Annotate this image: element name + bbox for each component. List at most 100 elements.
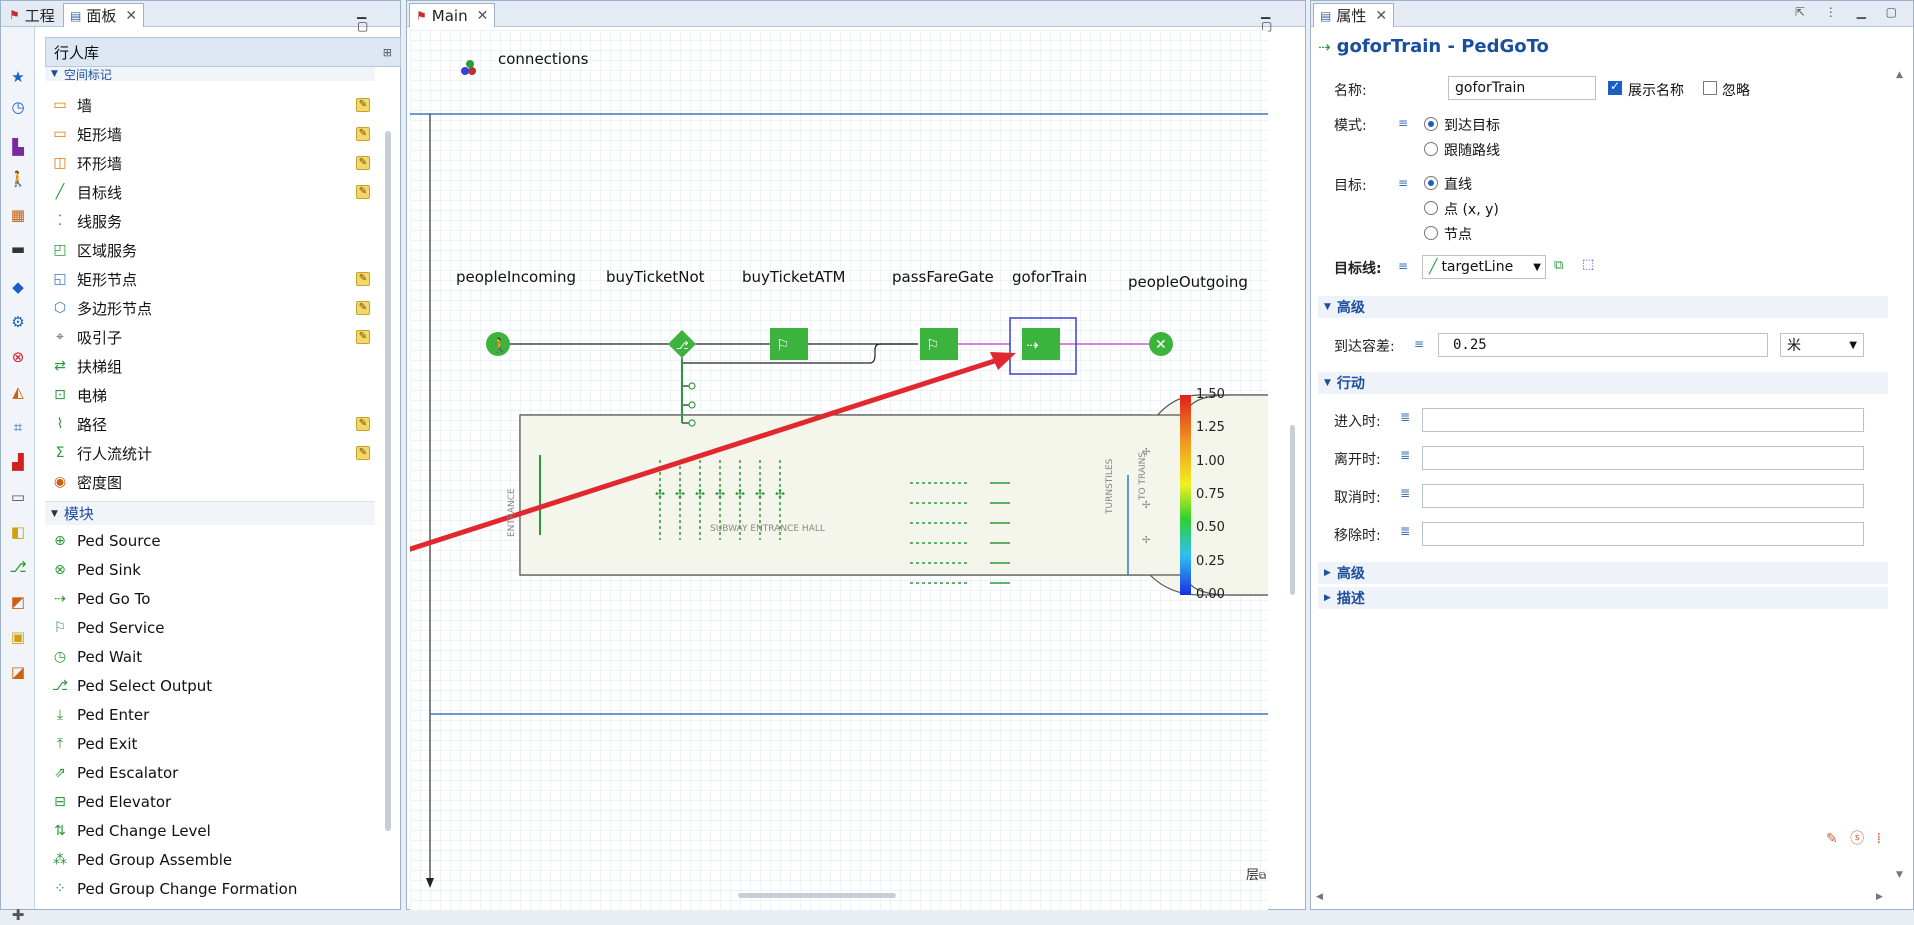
rail-library-icon[interactable]: ▦ <box>8 205 28 225</box>
pedestrian-library-icon[interactable]: 🚶 <box>8 169 28 189</box>
static-param-icon[interactable]: ≡ <box>1398 176 1408 190</box>
close-icon[interactable]: ✕ <box>125 8 137 24</box>
road-library-icon[interactable]: ▬ <box>8 239 28 259</box>
block-label-pass-fare-gate[interactable]: passFareGate <box>892 268 994 286</box>
material-library-icon[interactable]: ⚙ <box>8 312 28 332</box>
presentation-icon[interactable]: ◭ <box>8 382 28 402</box>
canvas-scrollbar-horizontal[interactable] <box>738 893 896 898</box>
mode-option-reach-target[interactable] <box>1424 117 1438 131</box>
palette-item[interactable]: ⊡ 电梯 <box>51 383 376 407</box>
controls-icon[interactable]: ▭ <box>8 487 28 507</box>
edit-pencil-icon[interactable]: ✎ <box>356 446 370 460</box>
advanced-section-header[interactable]: ▼ 高级 <box>1318 296 1888 318</box>
target-option-line[interactable] <box>1424 176 1438 190</box>
palette-item[interactable]: ⁚ 线服务 <box>51 209 376 233</box>
tab-properties[interactable]: ▤ 属性 ✕ <box>1313 3 1395 27</box>
palette-item[interactable]: ▭ 墙 <box>51 93 376 117</box>
palette-item[interactable]: ⬡ 多边形节点 <box>51 296 376 320</box>
grid-view-icon[interactable]: ⊞ <box>383 46 392 59</box>
block-label-gofor-train[interactable]: goforTrain <box>1012 268 1087 286</box>
ped-sink-block[interactable]: ✕ <box>1149 332 1173 356</box>
favorites-icon[interactable]: ★ <box>8 67 28 87</box>
shapes-icon[interactable]: ◪ <box>8 662 28 682</box>
pictures-icon[interactable]: ◩ <box>8 592 28 612</box>
close-icon[interactable]: ✕ <box>1375 8 1387 24</box>
block-label-buy-ticket-atm[interactable]: buyTicketATM <box>742 268 845 286</box>
target-option-point[interactable] <box>1424 201 1438 215</box>
space-markup-group[interactable]: ▼ 空间标记 <box>45 67 375 81</box>
module-item[interactable]: ◷ Ped Wait <box>51 645 376 669</box>
on-remove-field[interactable] <box>1422 522 1864 546</box>
modules-group[interactable]: ▼ 模块 <box>45 501 375 525</box>
properties-scroll-right-icon[interactable]: ▶ <box>1876 892 1883 902</box>
ped-service-block-atm[interactable]: ⚐ <box>770 328 808 360</box>
show-name-checkbox[interactable] <box>1608 79 1622 95</box>
mode-option-follow-route[interactable] <box>1424 142 1438 156</box>
actions-icon[interactable]: ▣ <box>8 627 28 647</box>
static-param-icon[interactable]: ≡ <box>1398 116 1408 130</box>
block-label-people-outgoing[interactable]: peopleOutgoing <box>1128 273 1248 291</box>
edit-pencil-icon[interactable]: ✎ <box>356 417 370 431</box>
connections-label[interactable]: connections <box>498 50 588 68</box>
name-field[interactable]: goforTrain <box>1448 76 1596 100</box>
edit-pencil-icon[interactable]: ✎ <box>356 156 370 170</box>
analysis-icon[interactable]: ▟ <box>8 452 28 472</box>
statechart-icon[interactable]: ⎇ <box>8 557 28 577</box>
palette-item[interactable]: ⌇ 路径 <box>51 412 376 436</box>
module-item[interactable]: ⊟ Ped Elevator <box>51 790 376 814</box>
ped-select-output-block[interactable]: ⎇ <box>668 330 696 358</box>
add-library-icon[interactable]: ✚ <box>8 905 28 925</box>
module-item[interactable]: ⎇ Ped Select Output <box>51 674 376 698</box>
window-controls[interactable]: ▁ ▢ <box>1261 5 1305 33</box>
close-icon[interactable]: ✕ <box>477 8 489 24</box>
palette-item[interactable]: ⇄ 扶梯组 <box>51 354 376 378</box>
static-param-icon[interactable]: ≡ <box>1414 337 1424 351</box>
block-label-buy-ticket-not[interactable]: buyTicketNot <box>606 268 705 286</box>
palette-item[interactable]: ◰ 区域服务 <box>51 238 376 262</box>
palette-item[interactable]: ▭ 矩形墙 <box>51 122 376 146</box>
diagram-canvas[interactable]: ✣ ✣ ✣ ✣ ✣ ✣ ✣ ✢ ✢ ✢ 🚶 ⎇ ⚐ ⚐ ⇢ ✕ connecti… <box>410 30 1268 910</box>
edit-pencil-icon[interactable]: ✎ <box>356 98 370 112</box>
on-enter-field[interactable] <box>1422 408 1864 432</box>
on-exit-field[interactable] <box>1422 446 1864 470</box>
panel-toolbar-icons[interactable]: ⇱ ⋮ ▁ ▢ <box>1795 5 1905 19</box>
ignore-checkbox[interactable] <box>1703 81 1717 95</box>
properties-scroll-down-icon[interactable]: ▼ <box>1896 870 1903 880</box>
target-line-select[interactable]: ╱ targetLine ▼ <box>1422 255 1546 279</box>
connectivity-icon[interactable]: ⌗ <box>8 417 28 437</box>
ped-service-block-gate[interactable]: ⚐ <box>920 328 958 360</box>
system-dynamics-icon[interactable]: ◧ <box>8 522 28 542</box>
palette-item[interactable]: Σ 行人流统计 <box>51 441 376 465</box>
ped-go-to-block[interactable]: ⇢ <box>1022 328 1060 360</box>
module-item[interactable]: ⊕ Ped Source <box>51 529 376 553</box>
target-option-node[interactable] <box>1424 226 1438 240</box>
module-item[interactable]: ⁘ Ped Group Change Formation <box>51 877 376 901</box>
module-item[interactable]: ⚐ Ped Service <box>51 616 376 640</box>
description-section-header[interactable]: ▶ 描述 <box>1318 587 1888 609</box>
subway-hall-outline[interactable] <box>519 394 1268 596</box>
module-item[interactable]: ⇗ Ped Escalator <box>51 761 376 785</box>
tab-palette[interactable]: ▤ 面板 ✕ <box>63 3 145 27</box>
module-item[interactable]: ⤓ Ped Enter <box>51 703 376 727</box>
tab-main[interactable]: ⚑ Main ✕ <box>409 3 496 27</box>
actions-section-header[interactable]: ▼ 行动 <box>1318 372 1888 394</box>
palette-item[interactable]: ◉ 密度图 <box>51 470 376 494</box>
tab-project[interactable]: ⚑ 工程 <box>3 3 61 27</box>
layer-button[interactable]: 层⧉ <box>1246 864 1266 883</box>
palette-item[interactable]: ◫ 环形墙 <box>51 151 376 175</box>
module-item[interactable]: ⊗ Ped Sink <box>51 558 376 582</box>
fluid-library-icon[interactable]: ◆ <box>8 277 28 297</box>
palette-scrollbar[interactable] <box>385 131 391 831</box>
palette-item[interactable]: ◱ 矩形节点 <box>51 267 376 291</box>
select-area-icon[interactable]: ⬚ <box>1582 257 1594 272</box>
module-item[interactable]: ⁂ Ped Group Assemble <box>51 848 376 872</box>
module-item[interactable]: ⇢ Ped Go To <box>51 587 376 611</box>
edit-pencil-icon[interactable]: ✎ <box>356 272 370 286</box>
edit-pencil-icon[interactable]: ✎ <box>356 127 370 141</box>
window-controls[interactable]: ▁ ▢ <box>357 5 400 33</box>
static-param-icon[interactable]: ≡ <box>1398 259 1408 273</box>
select-in-graph-icon[interactable]: ⧉ <box>1554 258 1563 273</box>
edit-pencil-icon[interactable]: ✎ <box>356 301 370 315</box>
palette-item[interactable]: ╱ 目标线 <box>51 180 376 204</box>
module-item[interactable]: ⤒ Ped Exit <box>51 732 376 756</box>
